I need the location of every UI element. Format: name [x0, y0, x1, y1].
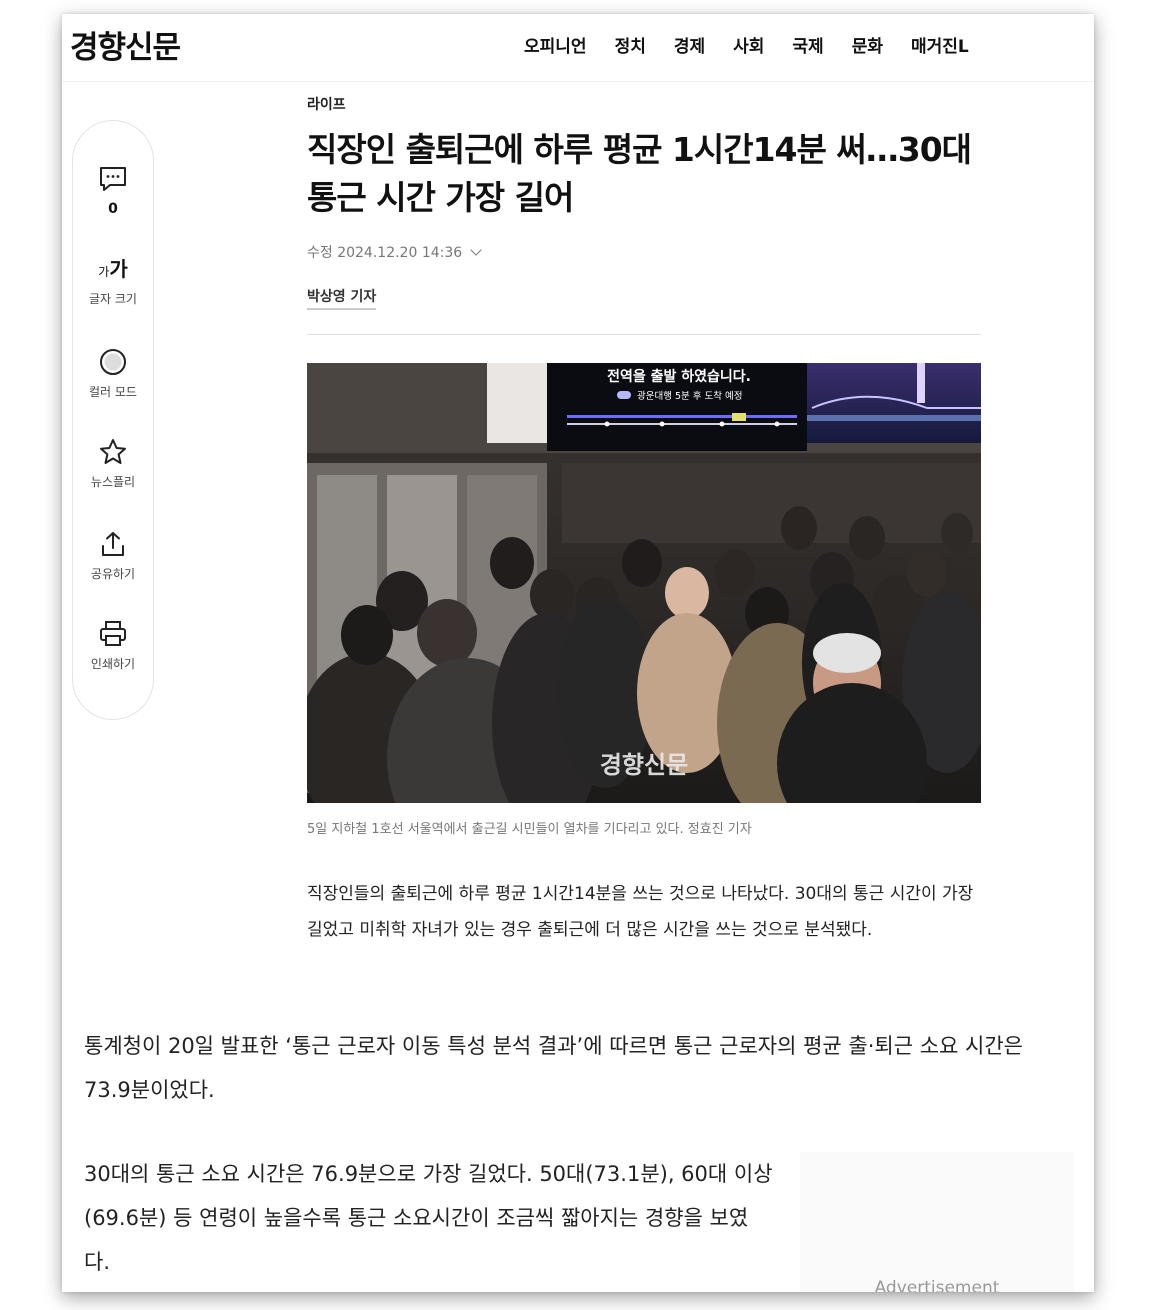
article-toolbar: 0 가가 글자 크기 컬러 모드 뉴스플리 공유하기 인쇄하기 [72, 120, 154, 720]
article-date: 수정 2024.12.20 14:36 [307, 245, 463, 261]
screen-subtitle: 광운대행 5분 후 도착 예정 [637, 390, 743, 402]
article-page: 경향신문 오피니언 정치 경제 사회 국제 문화 매거진L 0 가가 글자 크기 [62, 14, 1094, 1292]
color-mode-button[interactable]: 컬러 모드 [73, 347, 153, 400]
font-size-icon: 가가 [98, 257, 128, 281]
main-nav: 오피니언 정치 경제 사회 국제 문화 매거진L [524, 32, 969, 57]
nav-item-international[interactable]: 국제 [792, 32, 823, 57]
print-button[interactable]: 인쇄하기 [73, 619, 153, 672]
comment-button[interactable]: 0 [73, 165, 153, 217]
photo-watermark: 경향신문 [600, 750, 688, 779]
share-button[interactable]: 공유하기 [73, 529, 153, 582]
article-paragraph: 통계청이 20일 발표한 ‘통근 근로자 이동 특성 분석 결과’에 따르면 통… [84, 1034, 1023, 1102]
advertisement-slot[interactable]: Advertisement [800, 1152, 1074, 1292]
chevron-down-icon[interactable] [470, 243, 482, 256]
header-divider [307, 334, 981, 335]
article-headline: 직장인 출퇴근에 하루 평균 1시간14분 써…30대 통근 시간 가장 길어 [307, 130, 972, 217]
nav-item-opinion[interactable]: 오피니언 [524, 32, 587, 57]
article-byline[interactable]: 박상영 기자 [307, 286, 377, 310]
nav-item-politics[interactable]: 정치 [615, 32, 646, 57]
print-label: 인쇄하기 [90, 657, 136, 671]
nav-item-society[interactable]: 사회 [733, 32, 764, 57]
newsfolly-button[interactable]: 뉴스플리 [73, 437, 153, 490]
nav-item-culture[interactable]: 문화 [852, 32, 883, 57]
font-size-button[interactable]: 가가 글자 크기 [73, 257, 153, 307]
article-paragraph: 30대의 통근 소요 시간은 76.9분으로 가장 길었다. 50대(73.1분… [84, 1162, 773, 1274]
screen-title: 전역을 출발 하였습니다. [607, 368, 751, 385]
site-header: 경향신문 오피니언 정치 경제 사회 국제 문화 매거진L [62, 14, 1094, 82]
site-logo[interactable]: 경향신문 [70, 22, 181, 67]
article-photo: 전역을 출발 하였습니다. 광운대행 5분 후 도착 예정 경향신문 [307, 363, 981, 803]
section-label[interactable]: 라이프 [307, 94, 346, 114]
share-icon [102, 532, 124, 556]
color-mode-label: 컬러 모드 [89, 385, 137, 399]
article-dateline: 수정 2024.12.20 14:36 [307, 242, 482, 262]
star-icon [100, 439, 126, 464]
nav-item-magazine[interactable]: 매거진L [911, 32, 969, 57]
subway-platform-photo: 전역을 출발 하였습니다. 광운대행 5분 후 도착 예정 경향신문 [307, 363, 981, 803]
comment-icon [100, 167, 126, 191]
photo-caption: 5일 지하철 1호선 서울역에서 출근길 시민들이 열차를 기다리고 있다. 정… [307, 822, 752, 837]
nav-item-economy[interactable]: 경제 [674, 32, 705, 57]
article-lead: 직장인들의 출퇴근에 하루 평균 1시간14분을 쓰는 것으로 나타났다. 30… [307, 884, 974, 940]
font-size-label: 글자 크기 [89, 292, 137, 306]
share-label: 공유하기 [90, 567, 136, 581]
comment-count: 0 [108, 201, 118, 217]
newsfolly-label: 뉴스플리 [90, 475, 136, 489]
print-icon [100, 621, 126, 646]
advertisement-label: Advertisement [874, 1278, 1000, 1292]
color-mode-icon [100, 349, 126, 375]
